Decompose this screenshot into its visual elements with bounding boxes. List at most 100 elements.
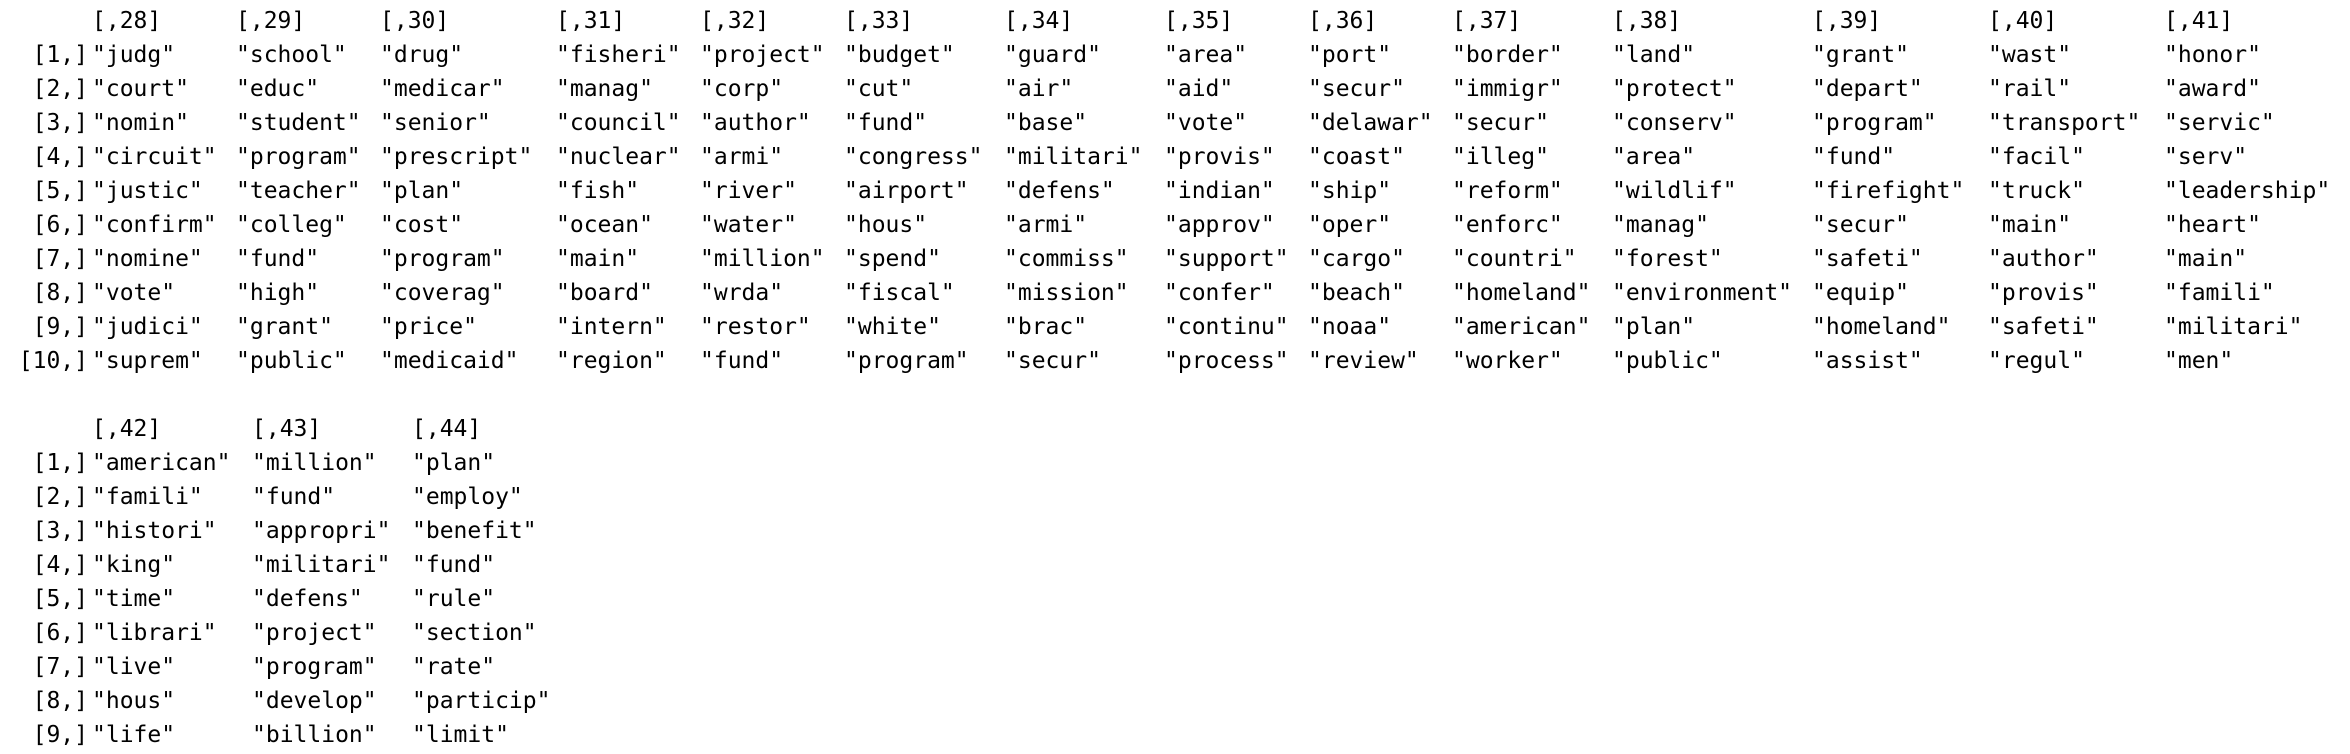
matrix-cell: "award" — [2164, 76, 2261, 102]
matrix-cell: "border" — [1452, 42, 1563, 68]
column-header: [,29] — [236, 8, 306, 34]
matrix-cell: "airport" — [844, 178, 969, 204]
column-header: [,34] — [1004, 8, 1074, 34]
matrix-cell: "cargo" — [1308, 246, 1405, 272]
matrix-cell: "commiss" — [1004, 246, 1129, 272]
matrix-cell: "militari" — [2164, 314, 2303, 340]
matrix-cell: "delawar" — [1308, 110, 1433, 136]
matrix-cell: "high" — [236, 280, 320, 306]
matrix-cell: "congress" — [844, 144, 983, 170]
matrix-cell: "safeti" — [1988, 314, 2099, 340]
matrix-cell: "region" — [556, 348, 667, 374]
matrix-cell: "confer" — [1164, 280, 1275, 306]
matrix-cell: "program" — [236, 144, 361, 170]
matrix-cell: "worker" — [1452, 348, 1563, 374]
matrix-cell: "famili" — [2164, 280, 2275, 306]
matrix-cell: "support" — [1164, 246, 1289, 272]
matrix-cell: "illeg" — [1452, 144, 1549, 170]
matrix-cell: "price" — [380, 314, 477, 340]
matrix-cell: "leadership" — [2164, 178, 2331, 204]
matrix-cell: "hous" — [92, 688, 176, 714]
matrix-cell: "billion" — [252, 722, 377, 748]
matrix-cell: "honor" — [2164, 42, 2261, 68]
matrix-cell: "men" — [2164, 348, 2234, 374]
matrix-cell: "serv" — [2164, 144, 2248, 170]
matrix-cell: "militari" — [1004, 144, 1143, 170]
column-header: [,38] — [1612, 8, 1682, 34]
matrix-cell: "grant" — [236, 314, 333, 340]
matrix-cell: "wast" — [1988, 42, 2072, 68]
matrix-cell: "rail" — [1988, 76, 2072, 102]
matrix-cell: "cost" — [380, 212, 464, 238]
matrix-cell: "coast" — [1308, 144, 1405, 170]
matrix-cell: "guard" — [1004, 42, 1101, 68]
matrix-cell: "nuclear" — [556, 144, 681, 170]
matrix-cell: "indian" — [1164, 178, 1275, 204]
row-label: [2,] — [32, 484, 88, 510]
row-label: [4,] — [32, 552, 88, 578]
matrix-cell: "homeland" — [1812, 314, 1951, 340]
matrix-cell: "secur" — [1004, 348, 1101, 374]
column-header: [,28] — [92, 8, 162, 34]
matrix-cell: "countri" — [1452, 246, 1577, 272]
matrix-cell: "noaa" — [1308, 314, 1392, 340]
row-label: [8,] — [32, 688, 88, 714]
matrix-cell: "spend" — [844, 246, 941, 272]
matrix-cell: "colleg" — [236, 212, 347, 238]
matrix-cell: "wrda" — [700, 280, 784, 306]
matrix-cell: "enforc" — [1452, 212, 1563, 238]
row-label: [6,] — [32, 212, 88, 238]
matrix-cell: "plan" — [380, 178, 464, 204]
column-header: [,35] — [1164, 8, 1234, 34]
matrix-cell: "fisheri" — [556, 42, 681, 68]
matrix-cell: "circuit" — [92, 144, 217, 170]
matrix-cell: "restor" — [700, 314, 811, 340]
matrix-cell: "famili" — [92, 484, 203, 510]
matrix-cell: "cut" — [844, 76, 914, 102]
matrix-cell: "aid" — [1164, 76, 1234, 102]
matrix-cell: "militari" — [252, 552, 391, 578]
matrix-cell: "fund" — [1812, 144, 1896, 170]
matrix-cell: "rate" — [412, 654, 496, 680]
matrix-cell: "prescript" — [380, 144, 533, 170]
matrix-cell: "section" — [412, 620, 537, 646]
row-label: [9,] — [32, 722, 88, 748]
row-label: [5,] — [32, 586, 88, 612]
matrix-cell: "review" — [1308, 348, 1419, 374]
matrix-cell: "secur" — [1308, 76, 1405, 102]
matrix-cell: "project" — [252, 620, 377, 646]
matrix-cell: "plan" — [1612, 314, 1696, 340]
matrix-cell: "project" — [700, 42, 825, 68]
matrix-cell: "water" — [700, 212, 797, 238]
matrix-cell: "secur" — [1812, 212, 1909, 238]
column-header: [,31] — [556, 8, 626, 34]
column-header: [,33] — [844, 8, 914, 34]
column-header: [,30] — [380, 8, 450, 34]
column-header: [,44] — [412, 416, 482, 442]
matrix-cell: "river" — [700, 178, 797, 204]
row-label: [9,] — [32, 314, 88, 340]
column-header: [,32] — [700, 8, 770, 34]
matrix-cell: "medicaid" — [380, 348, 519, 374]
matrix-cell: "board" — [556, 280, 653, 306]
matrix-cell: "area" — [1164, 42, 1248, 68]
column-header: [,43] — [252, 416, 322, 442]
matrix-cell: "particip" — [412, 688, 551, 714]
matrix-cell: "depart" — [1812, 76, 1923, 102]
matrix-cell: "fund" — [844, 110, 928, 136]
matrix-cell: "program" — [844, 348, 969, 374]
row-label: [1,] — [32, 42, 88, 68]
matrix-cell: "benefit" — [412, 518, 537, 544]
row-label: [4,] — [32, 144, 88, 170]
matrix-cell: "conserv" — [1612, 110, 1737, 136]
matrix-cell: "forest" — [1612, 246, 1723, 272]
matrix-cell: "confirm" — [92, 212, 217, 238]
matrix-cell: "plan" — [412, 450, 496, 476]
matrix-cell: "vote" — [92, 280, 176, 306]
matrix-cell: "budget" — [844, 42, 955, 68]
matrix-cell: "hous" — [844, 212, 928, 238]
matrix-cell: "immigr" — [1452, 76, 1563, 102]
matrix-cell: "fund" — [252, 484, 336, 510]
matrix-cell: "truck" — [1988, 178, 2085, 204]
matrix-cell: "american" — [1452, 314, 1591, 340]
